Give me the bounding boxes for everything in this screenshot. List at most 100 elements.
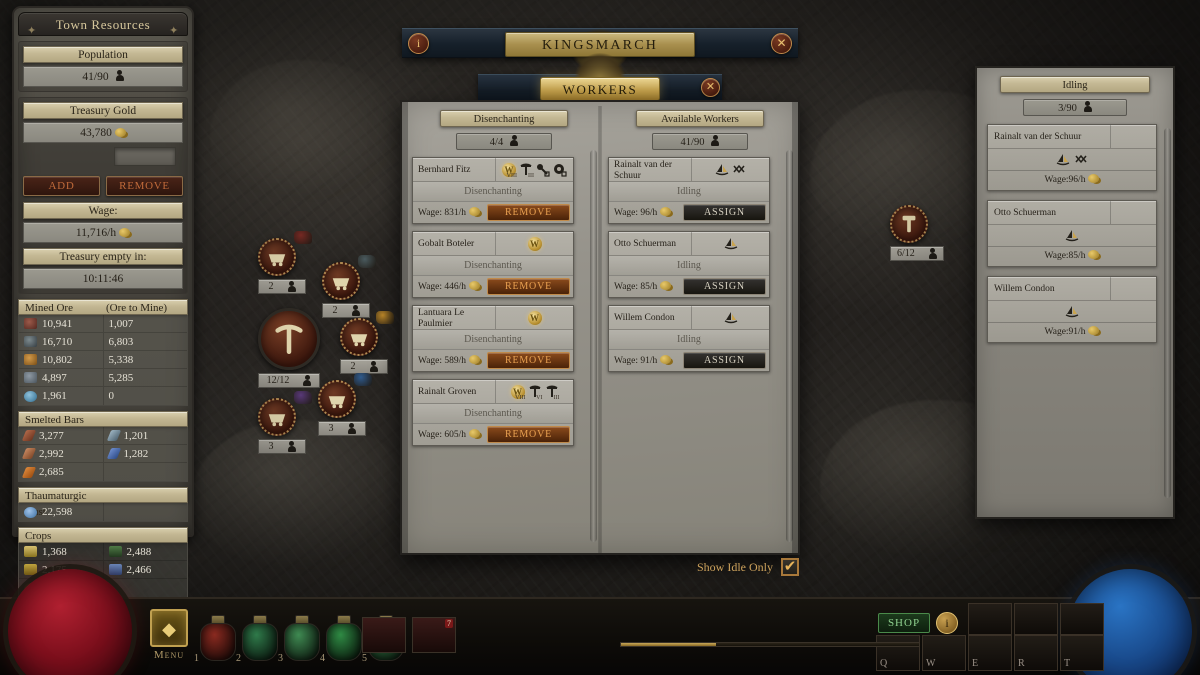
weapon-skill-slot-2[interactable] — [1014, 603, 1058, 635]
ore-mine-marker-sapphire[interactable]: 3 — [318, 373, 372, 436]
ornament-icon: ✦ — [27, 25, 37, 37]
idling-worker-wage: Wage:85/h — [988, 247, 1156, 266]
worker-card: Lantuara Le PaulmierDisenchantingWage: 5… — [412, 305, 574, 372]
disenchanting-page: Disenchanting 4/4 Bernhard Fitz VIII III Di… — [408, 110, 600, 549]
worker-status: Idling — [609, 330, 769, 350]
add-gold-button[interactable]: ADD — [23, 176, 100, 196]
worker-wage: Wage: 96/h — [609, 207, 683, 218]
marker-count-value: 2 — [268, 281, 274, 292]
weapon-skill-slot-1[interactable] — [968, 603, 1012, 635]
disenchanting-scrollbar[interactable] — [590, 150, 597, 542]
show-idle-only-checkbox[interactable] — [781, 558, 799, 576]
resource-section: Mined Ore (Ore to Mine) 10,941 1,007 16,710 6… — [18, 299, 188, 406]
resource-value: 1,961 — [42, 390, 67, 402]
scroll-slot[interactable]: 7 — [412, 617, 456, 653]
slot-key: E — [972, 658, 979, 669]
menu-icon — [150, 609, 188, 647]
flask-body — [326, 623, 362, 661]
smithing-marker[interactable]: 6/12 — [890, 205, 944, 261]
resource-value: 10,802 — [42, 353, 73, 366]
available-worker-list: Rainalt van der Schuur Idling Wage: 96/h AS… — [604, 157, 796, 372]
workers-close-icon[interactable]: ✕ — [701, 78, 720, 97]
worker-skills — [691, 158, 769, 181]
worker-skills — [495, 306, 573, 329]
utility-flask-4[interactable]: 4 — [320, 615, 362, 664]
flask-number: 5 — [362, 653, 367, 664]
life-flask[interactable]: 1 — [194, 615, 236, 664]
gold-ore-icon — [376, 311, 394, 324]
idling-worker-skills — [988, 149, 1156, 171]
slot-key: R — [1018, 658, 1025, 669]
resource-row: 1,961 0 — [19, 387, 187, 405]
treasury-label: Treasury Gold — [23, 102, 183, 119]
skill-slot-e[interactable]: E — [968, 635, 1012, 671]
gold-amount-input[interactable] — [114, 147, 176, 166]
close-icon[interactable]: ✕ — [771, 33, 792, 54]
weapon-skill-slot-3[interactable] — [1060, 603, 1104, 635]
skill-slot-t[interactable]: T — [1060, 635, 1104, 671]
available-workers-scrollbar[interactable] — [786, 150, 793, 542]
remove-worker-button[interactable]: REMOVE — [487, 204, 570, 221]
ore-mine-marker-ruby[interactable]: 2 — [258, 231, 312, 294]
population-label: Population — [23, 46, 183, 63]
skill-slot-q[interactable]: Q — [876, 635, 920, 671]
person-icon — [1083, 101, 1092, 112]
shop-button[interactable]: SHOP — [878, 613, 930, 633]
game-screen: 2 2 12/12 2 3 3 6/12 ✦ Town Resources ✦ Popula… — [0, 0, 1200, 675]
assign-worker-button[interactable]: ASSIGN — [683, 278, 766, 295]
resource-value: 0 — [108, 390, 115, 402]
assign-worker-button[interactable]: ASSIGN — [683, 352, 766, 369]
dust-icon — [24, 506, 37, 518]
marker-count-value: 2 — [350, 361, 356, 372]
remove-worker-button[interactable]: REMOVE — [487, 278, 570, 295]
boat-icon — [1065, 229, 1079, 243]
mining-hub-marker[interactable]: 12/12 — [258, 308, 320, 388]
ore-mine-marker-sapphire-count: 3 — [318, 421, 366, 436]
utility-flask-3[interactable]: 3 — [278, 615, 320, 664]
remove-gold-button[interactable]: REMOVE — [106, 176, 183, 196]
resource-value: 2,466 — [126, 563, 152, 576]
shop-info-icon[interactable]: i — [936, 612, 958, 634]
info-icon[interactable]: i — [408, 33, 429, 54]
remove-worker-button[interactable]: REMOVE — [487, 352, 570, 369]
worker-card-footer: Wage: 85/h ASSIGN — [609, 276, 769, 297]
treasury-value: 43,780 — [23, 122, 183, 143]
worker-status: Disenchanting — [413, 256, 573, 276]
marker-count-value: 2 — [332, 305, 338, 316]
resource-section: Smelted Bars 3,277 1,201 2,992 1,282 2,685 — [18, 411, 188, 482]
worker-card-header: Lantuara Le Paulmier — [413, 306, 573, 330]
worker-card: Gobalt BotelerDisenchantingWage: 446/hRE… — [412, 231, 574, 298]
worker-card: Otto Schuerman Idling Wage: 85/h ASSIGN — [608, 231, 770, 298]
resource-cell: 10,941 — [19, 315, 104, 332]
workers-panel-title: WORKERS — [540, 77, 660, 101]
resource-section-header: Thaumaturgic Dust — [18, 487, 188, 518]
worker-name: Rainalt van der Schuur — [614, 160, 673, 181]
remove-worker-button[interactable]: REMOVE — [487, 426, 570, 443]
idling-scrollbar[interactable] — [1164, 128, 1171, 498]
ore4-icon — [24, 372, 37, 383]
menu-button[interactable]: Menu — [148, 609, 190, 661]
idling-worker-name: Otto Schuerman — [994, 208, 1057, 219]
worker-card-header: Otto Schuerman — [609, 232, 769, 256]
worker-status: Idling — [609, 256, 769, 276]
boat-icon — [724, 237, 738, 251]
crop5-icon — [108, 564, 122, 575]
idling-worker-spacer — [1110, 201, 1156, 224]
mana-flask[interactable]: 2 — [236, 615, 278, 664]
resource-cell: 10,802 — [19, 351, 104, 368]
idling-worker-header: Otto Schuerman — [988, 201, 1156, 225]
resource-value: 2,488 — [126, 545, 152, 558]
quicksilver-slot[interactable] — [362, 617, 406, 653]
resource-value: 4,897 — [42, 371, 67, 384]
assign-worker-button[interactable]: ASSIGN — [683, 204, 766, 221]
skill-slot-w[interactable]: W — [922, 635, 966, 671]
hammer-marker-icon — [890, 205, 928, 243]
skill-level: III — [553, 394, 560, 401]
skill-slot-r[interactable]: R — [1014, 635, 1058, 671]
mining-hub-marker-count: 12/12 — [258, 373, 320, 388]
ore-mine-marker-copper[interactable]: 2 — [322, 255, 376, 318]
idling-worker-list: Rainalt van der Schuur Wage:96/h Otto Schu… — [983, 124, 1167, 343]
worker-name: Willem Condon — [614, 313, 675, 324]
ore-mine-marker-amethyst[interactable]: 3 — [258, 391, 312, 454]
ore-mine-marker-gold[interactable]: 2 — [340, 311, 394, 374]
